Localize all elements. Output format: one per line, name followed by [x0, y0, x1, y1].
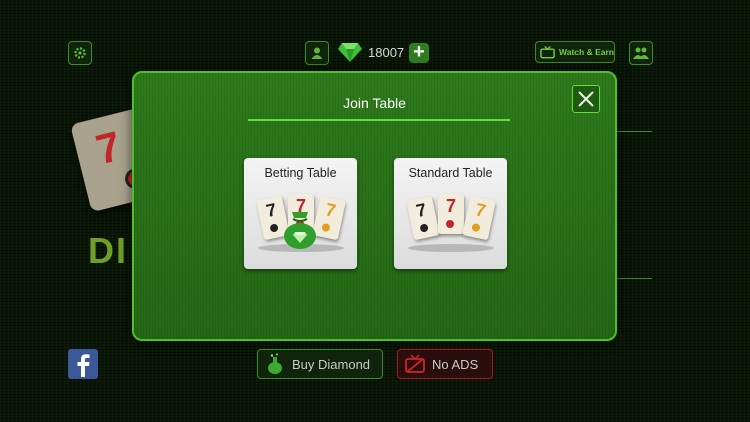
tv-icon	[540, 45, 555, 58]
facebook-icon	[77, 354, 90, 377]
watch-earn-button[interactable]: Watch & Earn	[535, 41, 615, 63]
join-table-dialog: Join Table Betting Table 7 7 7 Standard …	[132, 71, 617, 341]
diamond-count: 18007	[368, 45, 405, 60]
buy-diamond-label: Buy Diamond	[292, 356, 371, 372]
add-diamonds-button[interactable]: +	[409, 41, 429, 63]
tile-shadow	[408, 244, 494, 252]
profile-button[interactable]	[305, 41, 329, 65]
close-button[interactable]	[572, 85, 600, 113]
tile-dot	[321, 222, 331, 233]
dialog-title: Join Table	[343, 95, 406, 111]
tile-dot	[269, 223, 279, 233]
background-tile-number: 7	[91, 122, 126, 174]
friends-button[interactable]	[629, 41, 653, 65]
buy-diamond-button[interactable]: Buy Diamond	[257, 349, 383, 379]
divider	[615, 131, 652, 132]
tile: 7	[462, 195, 496, 241]
game-logo: DI	[88, 230, 128, 271]
plus-icon: +	[413, 41, 425, 63]
settings-button[interactable]	[68, 41, 92, 65]
no-ads-button[interactable]: No ADS	[397, 349, 493, 379]
tile-number: 7	[445, 196, 456, 216]
potion-icon	[268, 353, 282, 374]
tile-number: 7	[473, 199, 488, 221]
facebook-button[interactable]	[68, 349, 98, 379]
gear-icon	[74, 47, 86, 59]
tile-number: 7	[323, 199, 338, 221]
diamond-icon	[338, 43, 362, 62]
tile: 7	[438, 194, 464, 234]
watch-earn-label: Watch & Earn	[559, 47, 614, 57]
tile-dot	[471, 222, 481, 233]
tile-dot	[419, 223, 429, 233]
close-icon	[578, 91, 594, 107]
user-icon	[311, 47, 323, 59]
title-underline	[248, 119, 510, 121]
group-icon	[633, 47, 649, 59]
standard-table-option[interactable]: Standard Table 7 7 7	[394, 158, 507, 269]
no-ads-tv-icon	[405, 354, 425, 373]
option-label: Standard Table	[408, 166, 493, 180]
tile: 7	[406, 195, 440, 241]
option-label: Betting Table	[264, 166, 337, 180]
tile-dot	[446, 220, 454, 228]
tile-number: 7	[414, 199, 429, 221]
money-bag-icon	[284, 212, 316, 249]
betting-table-option[interactable]: Betting Table 7 7 7	[244, 158, 357, 269]
divider	[615, 278, 652, 279]
no-ads-label: No ADS	[432, 356, 479, 372]
